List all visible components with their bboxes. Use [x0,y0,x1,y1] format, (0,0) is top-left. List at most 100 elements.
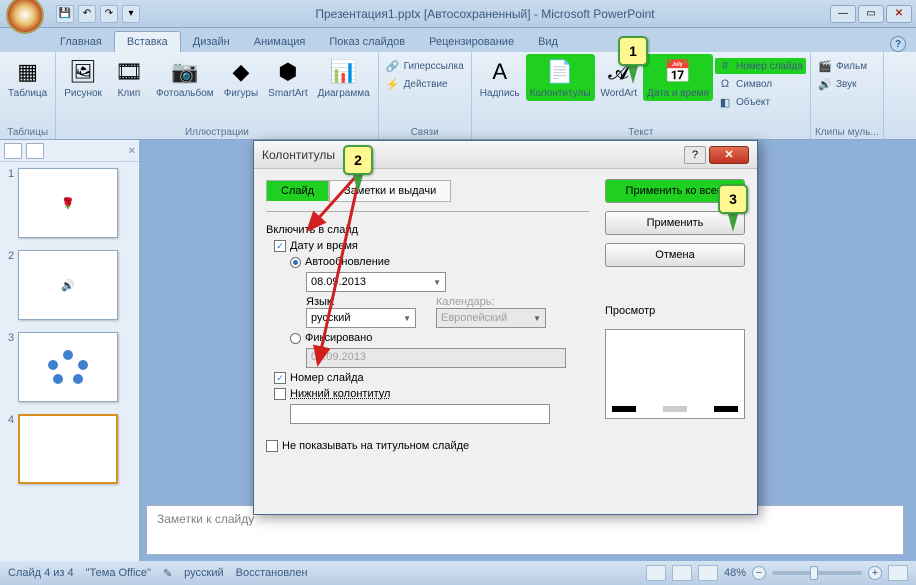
checkbox-icon: ✓ [274,372,286,384]
cancel-button[interactable]: Отмена [605,243,745,267]
office-button[interactable] [6,0,44,34]
tab-review[interactable]: Рецензирование [417,32,526,52]
object-icon: ◧ [718,95,732,109]
tab-animation[interactable]: Анимация [242,32,318,52]
thumbnails-close-icon[interactable]: × [129,145,135,157]
dialog-title: Колонтитулы [262,148,684,162]
dialog-titlebar[interactable]: Колонтитулы ? ✕ [254,141,757,169]
statusbar: Слайд 4 из 4 "Тема Office" ✎ русский Вос… [0,561,916,585]
footer-checkbox-row[interactable]: Нижний колонтитул [274,388,589,400]
cal-combo: Европейский ▼ [436,308,546,328]
chart-icon: 📊 [328,56,360,88]
tab-view[interactable]: Вид [526,32,570,52]
thumb-2[interactable]: 2 🔊 [0,244,139,326]
movie-button[interactable]: 🎬 Фильм [815,58,870,74]
ribbon-tabstrip: Главная Вставка Дизайн Анимация Показ сл… [0,28,916,52]
status-proofing-icon[interactable]: ✎ [163,567,172,580]
picture-button[interactable]: 🖼 Рисунок [60,54,106,101]
thumb-1[interactable]: 1 🌹 [0,162,139,244]
object-button[interactable]: ◧ Объект [715,94,806,110]
zoom-thumb[interactable] [810,566,818,580]
clip-icon: 🎞 [113,56,145,88]
minimize-button[interactable]: — [830,5,856,23]
ribbon: ▦ Таблица Таблицы 🖼 Рисунок 🎞 Клип 📷 Фот… [0,52,916,140]
preview-box [605,329,745,419]
status-slide: Слайд 4 из 4 [8,567,74,579]
datetime-button[interactable]: 📅 Дата и время [643,54,713,101]
apply-button[interactable]: Применить [605,211,745,235]
textbox-button[interactable]: A Надпись [476,54,524,101]
restore-button[interactable]: ▭ [858,5,884,23]
tab-insert[interactable]: Вставка [114,31,181,52]
auto-radio-row[interactable]: Автообновление [290,256,589,268]
album-button[interactable]: 📷 Фотоальбом [152,54,218,101]
dialog-tab-notes[interactable]: Заметки и выдачи [329,180,451,202]
headerfooter-dialog: Колонтитулы ? ✕ Слайд Заметки и выдачи В… [253,140,758,515]
thumb-3[interactable]: 3 [0,326,139,408]
sorter-view-button[interactable] [672,565,692,581]
sound-button[interactable]: 🔊 Звук [815,76,870,92]
thumb-4-preview [18,414,118,484]
thumb-4[interactable]: 4 [0,408,139,490]
preview-footer-right [714,406,738,412]
tab-slideshow[interactable]: Показ слайдов [317,32,417,52]
status-theme: "Тема Office" [86,567,151,579]
sound-icon: 🔊 [818,77,832,91]
noshow-checkbox-row[interactable]: Не показывать на титульном слайде [266,440,589,452]
cal-label: Календарь: [436,296,546,308]
slidenum-checkbox-row[interactable]: ✓ Номер слайда [274,372,589,384]
preview-label: Просмотр [605,305,745,317]
normal-view-button[interactable] [646,565,666,581]
status-right: 48% − + [646,565,908,581]
table-button[interactable]: ▦ Таблица [4,54,51,101]
fit-button[interactable] [888,565,908,581]
shapes-button[interactable]: ◆ Фигуры [220,54,262,101]
undo-icon[interactable]: ↶ [78,5,96,23]
preview-footer-center [663,406,687,412]
chevron-down-icon: ▼ [403,314,411,323]
redo-icon[interactable]: ↷ [100,5,118,23]
slides-tab-icon[interactable] [4,143,22,159]
album-icon: 📷 [169,56,201,88]
zoom-in-button[interactable]: + [868,566,882,580]
thumb-1-preview: 🌹 [18,168,118,238]
action-button[interactable]: ⚡ Действие [383,76,467,92]
headerfooter-button[interactable]: 📄 Колонтитулы [526,54,595,101]
status-lang[interactable]: русский [184,567,223,579]
hyperlink-button[interactable]: 🔗 Гиперссылка [383,58,467,74]
clip-button[interactable]: 🎞 Клип [108,54,150,101]
shapes-icon: ◆ [225,56,257,88]
smartart-icon: ⬢ [272,56,304,88]
symbol-button[interactable]: Ω Символ [715,76,806,92]
save-icon[interactable]: 💾 [56,5,74,23]
dialog-left: Слайд Заметки и выдачи Включить в слайд … [266,179,589,504]
thumbnails-tabs: × [0,140,139,162]
dialog-tabs: Слайд Заметки и выдачи [266,179,589,201]
dialog-tab-slide[interactable]: Слайд [266,180,329,202]
footer-textbox[interactable] [290,404,550,424]
qat-menu-icon[interactable]: ▾ [122,5,140,23]
slidenum-button[interactable]: # Номер слайда [715,58,806,74]
close-button[interactable]: ✕ [886,5,912,23]
zoom-slider[interactable] [772,571,862,575]
date-combo[interactable]: 08.09.2013 ▼ [306,272,446,292]
zoom-out-button[interactable]: − [752,566,766,580]
help-icon[interactable]: ? [890,36,906,52]
headerfooter-icon: 📄 [544,56,576,88]
dialog-help-button[interactable]: ? [684,146,706,164]
hyperlink-icon: 🔗 [386,59,400,73]
chart-button[interactable]: 📊 Диаграмма [314,54,374,101]
datetime-checkbox-row[interactable]: ✓ Дату и время [274,240,589,252]
dialog-close-button[interactable]: ✕ [709,146,749,164]
smartart-button[interactable]: ⬢ SmartArt [264,54,311,101]
tab-home[interactable]: Главная [48,32,114,52]
fixed-textbox: 08.09.2013 [306,348,566,368]
slideshow-view-button[interactable] [698,565,718,581]
tab-design[interactable]: Дизайн [181,32,242,52]
dialog-body: Слайд Заметки и выдачи Включить в слайд … [254,169,757,514]
fixed-radio-row[interactable]: Фиксировано [290,332,589,344]
slidenum-icon: # [718,59,732,73]
outline-tab-icon[interactable] [26,143,44,159]
lang-combo[interactable]: русский ▼ [306,308,416,328]
zoom-value[interactable]: 48% [724,567,746,579]
